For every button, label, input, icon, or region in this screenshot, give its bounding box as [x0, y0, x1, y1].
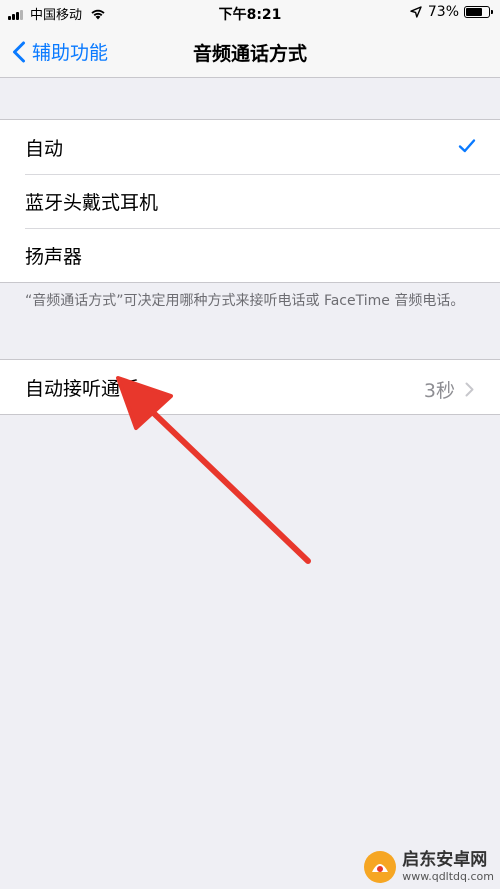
option-bluetooth-headset[interactable]: 蓝牙头戴式耳机 — [0, 174, 500, 228]
watermark-text: 启东安卓网 www.qdltdq.com — [402, 850, 494, 884]
auto-answer-value: 3秒 — [423, 380, 455, 402]
option-label: 扬声器 — [25, 245, 83, 268]
status-right: 73% — [410, 4, 493, 20]
battery-icon — [464, 6, 493, 18]
routing-footnote: “音频通话方式”可决定用哪种方式来接听电话或 FaceTime 音频电话。 — [25, 293, 465, 309]
auto-answer-value-wrap: 3秒 — [424, 376, 474, 403]
audio-routing-group: 自动 蓝牙头戴式耳机 扬声器 — [0, 119, 500, 283]
watermark-url: www.qdltdq.com — [402, 870, 494, 883]
watermark: 启东安卓网 www.qdltdq.com — [363, 850, 494, 884]
option-speaker[interactable]: 扬声器 — [0, 228, 500, 282]
auto-answer-label: 自动接听通话 — [25, 377, 140, 400]
watermark-name: 启东安卓网 — [402, 850, 488, 870]
option-label: 蓝牙头戴式耳机 — [25, 191, 159, 214]
auto-answer-row[interactable]: 自动接听通话 3秒 — [0, 360, 500, 414]
battery-fill — [466, 8, 483, 16]
status-bar: 中国移动 下午8:21 73% — [0, 0, 500, 26]
battery-percentage: 73% — [427, 4, 459, 20]
page-title: 音频通话方式 — [192, 43, 307, 65]
location-arrow-icon — [410, 6, 422, 18]
option-label: 自动 — [25, 137, 64, 160]
navigation-bar: 辅助功能 音频通话方式 — [0, 26, 500, 78]
checkmark-icon — [458, 139, 476, 153]
chevron-right-icon — [465, 382, 474, 397]
watermark-logo-icon — [364, 851, 397, 883]
option-automatic[interactable]: 自动 — [0, 120, 500, 174]
auto-answer-group: 自动接听通话 3秒 — [0, 359, 500, 415]
